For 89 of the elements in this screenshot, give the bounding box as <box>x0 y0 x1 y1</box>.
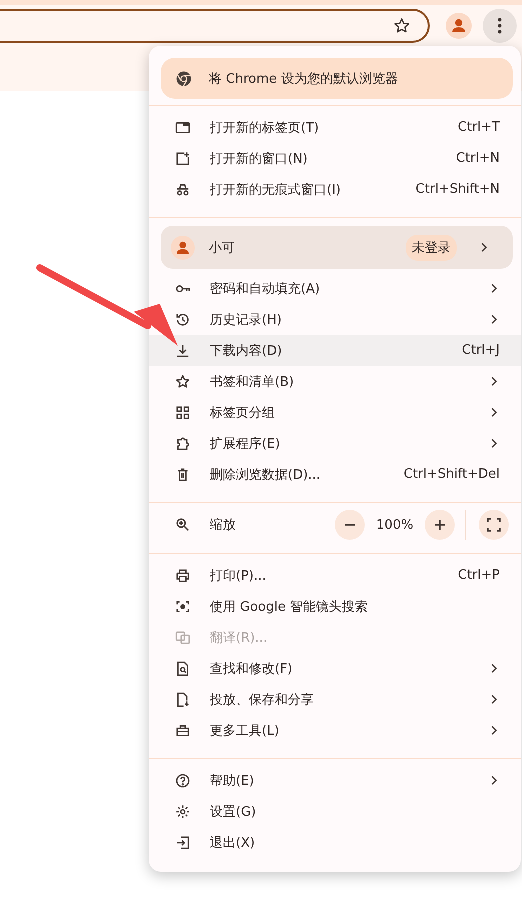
item-label: 查找和修改(F) <box>210 660 294 678</box>
exit-icon <box>175 834 191 850</box>
item-label: 历史记录(H) <box>210 312 283 328</box>
chevron-right-icon <box>491 438 498 449</box>
cast-icon <box>175 692 191 708</box>
sign-in-status: 未登录 <box>406 234 457 260</box>
item-label: 删除浏览数据(D)... <box>210 466 322 484</box>
profile-name: 小可 <box>209 240 236 256</box>
zoom-out-button[interactable] <box>335 510 365 540</box>
item-label: 设置(G) <box>210 804 258 820</box>
item-label: 打印(P)... <box>210 568 268 584</box>
help-icon <box>175 772 191 788</box>
puzzle-icon <box>175 436 191 452</box>
find-icon <box>175 660 191 676</box>
history-icon <box>175 312 191 328</box>
chevron-right-icon <box>491 283 498 294</box>
chevron-right-icon <box>491 725 498 736</box>
chevron-right-icon <box>491 775 498 786</box>
menu-item[interactable]: 打开新的无痕式窗口(I) Ctrl+Shift+N <box>149 174 521 205</box>
menu-item[interactable]: 查找和修改(F) <box>149 653 521 684</box>
translate-icon <box>175 630 191 646</box>
grid-icon <box>175 404 191 420</box>
menu-item[interactable]: 退出(X) <box>149 827 521 858</box>
menu-button[interactable] <box>483 9 517 43</box>
menu-item[interactable]: 书签和清单(B) <box>149 366 521 397</box>
menu-item[interactable]: 删除浏览数据(D)... Ctrl+Shift+Del <box>149 459 521 490</box>
item-label: 扩展程序(E) <box>210 436 282 452</box>
profile-row[interactable]: 小可 未登录 <box>161 226 513 269</box>
item-label: 书签和清单(B) <box>210 374 296 390</box>
item-label: 帮助(E) <box>210 772 256 790</box>
shortcut-text: Ctrl+N <box>456 151 500 166</box>
menu-item[interactable]: 更多工具(L) <box>149 715 521 746</box>
menu-item[interactable]: 打印(P)... Ctrl+P <box>149 560 521 591</box>
item-label: 翻译(R)... <box>210 630 269 646</box>
fullscreen-button[interactable] <box>479 510 509 540</box>
menu-item[interactable]: 使用 Google 智能镜头搜索 <box>149 591 521 622</box>
window-icon <box>175 150 191 166</box>
menu-item[interactable]: 标签页分组 <box>149 397 521 428</box>
item-label: 打开新的无痕式窗口(I) <box>210 182 342 198</box>
zoom-label: 缩放 <box>210 517 237 534</box>
profile-avatar-icon[interactable] <box>446 13 472 39</box>
menu-item[interactable]: 密码和自动填充(A) <box>149 273 521 304</box>
star-icon[interactable] <box>393 17 411 35</box>
chevron-right-icon <box>491 663 498 674</box>
default-browser-banner[interactable]: 将 Chrome 设为您的默认浏览器 <box>161 58 513 99</box>
menu-item[interactable]: 打开新的标签页(T) Ctrl+T <box>149 112 521 143</box>
banner-text: 将 Chrome 设为您的默认浏览器 <box>209 70 398 88</box>
item-label: 下载内容(D) <box>210 342 284 360</box>
item-label: 打开新的标签页(T) <box>210 120 320 136</box>
toolbox-icon <box>175 722 191 738</box>
item-label: 密码和自动填充(A) <box>210 280 322 298</box>
item-label: 标签页分组 <box>210 404 276 422</box>
star-icon <box>175 374 191 390</box>
shortcut-text: Ctrl+Shift+N <box>416 182 500 197</box>
item-label: 更多工具(L) <box>210 722 280 740</box>
fullscreen-icon <box>487 518 501 532</box>
shortcut-text: Ctrl+T <box>458 120 500 135</box>
trash-icon <box>175 466 191 482</box>
lens-icon <box>175 598 191 614</box>
menu-item[interactable]: 下载内容(D) Ctrl+J <box>149 335 521 366</box>
magnifier-icon <box>175 517 191 533</box>
more-icon <box>498 18 502 34</box>
chevron-right-icon <box>481 242 488 253</box>
incognito-icon <box>175 182 191 198</box>
menu-item[interactable]: 打开新的窗口(N) Ctrl+N <box>149 143 521 174</box>
browser-logo-icon <box>175 70 193 88</box>
menu-item[interactable]: 投放、保存和分享 <box>149 684 521 715</box>
item-label: 退出(X) <box>210 834 256 852</box>
shortcut-text: Ctrl+P <box>458 568 500 583</box>
address-bar[interactable] <box>0 9 430 43</box>
shortcut-text: Ctrl+Shift+Del <box>404 467 500 482</box>
zoom-value: 100% <box>375 518 415 532</box>
chevron-right-icon <box>491 314 498 325</box>
menu-item[interactable]: 设置(G) <box>149 796 521 827</box>
plus-icon <box>434 519 446 531</box>
zoom-in-button[interactable] <box>425 510 455 540</box>
print-icon <box>175 568 191 584</box>
shortcut-text: Ctrl+J <box>462 343 500 358</box>
menu-item[interactable]: 扩展程序(E) <box>149 428 521 459</box>
chevron-right-icon <box>491 407 498 418</box>
chevron-right-icon <box>491 376 498 387</box>
tab-icon <box>175 120 191 136</box>
menu-item[interactable]: 帮助(E) <box>149 765 521 796</box>
item-label: 投放、保存和分享 <box>210 692 315 708</box>
item-label: 使用 Google 智能镜头搜索 <box>210 598 370 616</box>
chevron-right-icon <box>491 694 498 705</box>
item-label: 打开新的窗口(N) <box>210 150 309 168</box>
person-icon <box>171 236 195 260</box>
download-icon <box>175 342 191 358</box>
